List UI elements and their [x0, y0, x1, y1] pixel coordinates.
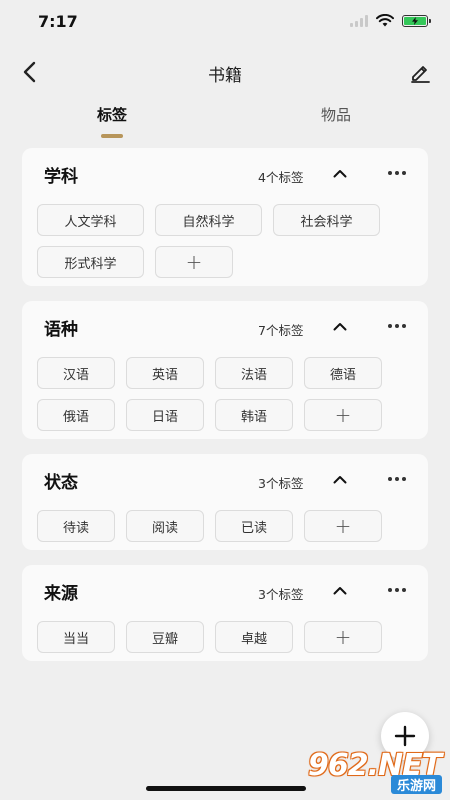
plus-icon [394, 725, 416, 747]
battery-icon [402, 14, 431, 27]
tag-chip[interactable]: 俄语 [37, 399, 115, 431]
chevron-up-icon [333, 322, 347, 330]
tag-group-title: 学科 [44, 167, 78, 187]
more-dot-icon [395, 171, 399, 175]
tag-chip[interactable]: 汉语 [37, 357, 115, 389]
tag-chip[interactable]: 社会科学 [273, 204, 380, 236]
tag-group-title: 语种 [44, 320, 78, 340]
tag-group-card: 学科 4个标签 人文学科 自然科学 社会科学 形式科学 + [22, 148, 428, 286]
chevron-up-icon [333, 586, 347, 594]
tab-tags[interactable]: 标签 [52, 104, 172, 125]
more-dot-icon [388, 588, 392, 592]
tag-chip[interactable]: 已读 [215, 510, 293, 542]
tag-count: 3个标签 [258, 587, 304, 602]
tag-chip[interactable]: 英语 [126, 357, 204, 389]
more-dot-icon [402, 588, 406, 592]
tag-count: 3个标签 [258, 476, 304, 491]
edit-button[interactable] [404, 56, 436, 88]
pencil-icon [411, 66, 430, 83]
status-icons [350, 14, 431, 27]
tag-chip[interactable]: 日语 [126, 399, 204, 431]
more-options-button[interactable] [384, 316, 410, 336]
watermark-subtitle: 乐游网 [390, 775, 442, 794]
tag-chip[interactable]: 豆瓣 [126, 621, 204, 653]
more-dot-icon [402, 171, 406, 175]
chevron-up-icon [333, 475, 347, 483]
collapse-button[interactable] [330, 469, 350, 489]
nav-bar: 书籍 [0, 50, 450, 94]
more-options-button[interactable] [384, 580, 410, 600]
tag-group-card: 状态 3个标签 待读 阅读 已读 + [22, 454, 428, 550]
more-dot-icon [388, 477, 392, 481]
collapse-button[interactable] [330, 163, 350, 183]
tag-list: 汉语 英语 法语 德语 俄语 日语 韩语 + [37, 357, 413, 431]
more-dot-icon [395, 324, 399, 328]
tag-list: 待读 阅读 已读 + [37, 510, 413, 542]
more-dot-icon [395, 477, 399, 481]
tag-chip[interactable]: 形式科学 [37, 246, 144, 278]
tag-group-card: 语种 7个标签 汉语 英语 法语 德语 俄语 日语 韩语 + [22, 301, 428, 439]
tag-chip[interactable]: 德语 [304, 357, 382, 389]
add-tag-button[interactable]: + [304, 399, 382, 431]
tag-chip[interactable]: 法语 [215, 357, 293, 389]
tag-list: 当当 豆瓣 卓越 + [37, 621, 413, 653]
add-tag-button[interactable]: + [304, 510, 382, 542]
add-tag-button[interactable]: + [304, 621, 382, 653]
tag-chip[interactable]: 当当 [37, 621, 115, 653]
status-time: 7:17 [38, 12, 78, 31]
cellular-signal-icon [350, 14, 368, 27]
tag-chip[interactable]: 自然科学 [155, 204, 262, 236]
tab-bar: 标签 物品 [0, 104, 450, 144]
tag-chip[interactable]: 人文学科 [37, 204, 144, 236]
more-dot-icon [395, 588, 399, 592]
more-dot-icon [402, 477, 406, 481]
tag-count: 4个标签 [258, 170, 304, 185]
page-title: 书籍 [208, 66, 242, 86]
more-dot-icon [388, 171, 392, 175]
tag-group-card: 来源 3个标签 当当 豆瓣 卓越 + [22, 565, 428, 661]
chevron-up-icon [333, 169, 347, 177]
wifi-icon [376, 14, 394, 27]
collapse-button[interactable] [330, 316, 350, 336]
more-dot-icon [402, 324, 406, 328]
tag-chip[interactable]: 韩语 [215, 399, 293, 431]
more-dot-icon [388, 324, 392, 328]
battery-charging-icon [404, 16, 426, 25]
tab-active-indicator [101, 134, 123, 138]
tab-items[interactable]: 物品 [276, 104, 396, 125]
home-indicator[interactable] [146, 786, 306, 791]
watermark: 962.NET 乐游网 [308, 748, 446, 794]
add-tag-button[interactable]: + [155, 246, 233, 278]
more-options-button[interactable] [384, 163, 410, 183]
tag-chip[interactable]: 卓越 [215, 621, 293, 653]
status-bar: 7:17 [0, 0, 450, 44]
tag-group-title: 状态 [44, 473, 78, 493]
tag-group-title: 来源 [44, 584, 78, 604]
tag-count: 7个标签 [258, 323, 304, 338]
tag-list: 人文学科 自然科学 社会科学 形式科学 + [37, 204, 413, 278]
collapse-button[interactable] [330, 580, 350, 600]
more-options-button[interactable] [384, 469, 410, 489]
tag-chip[interactable]: 待读 [37, 510, 115, 542]
tag-chip[interactable]: 阅读 [126, 510, 204, 542]
